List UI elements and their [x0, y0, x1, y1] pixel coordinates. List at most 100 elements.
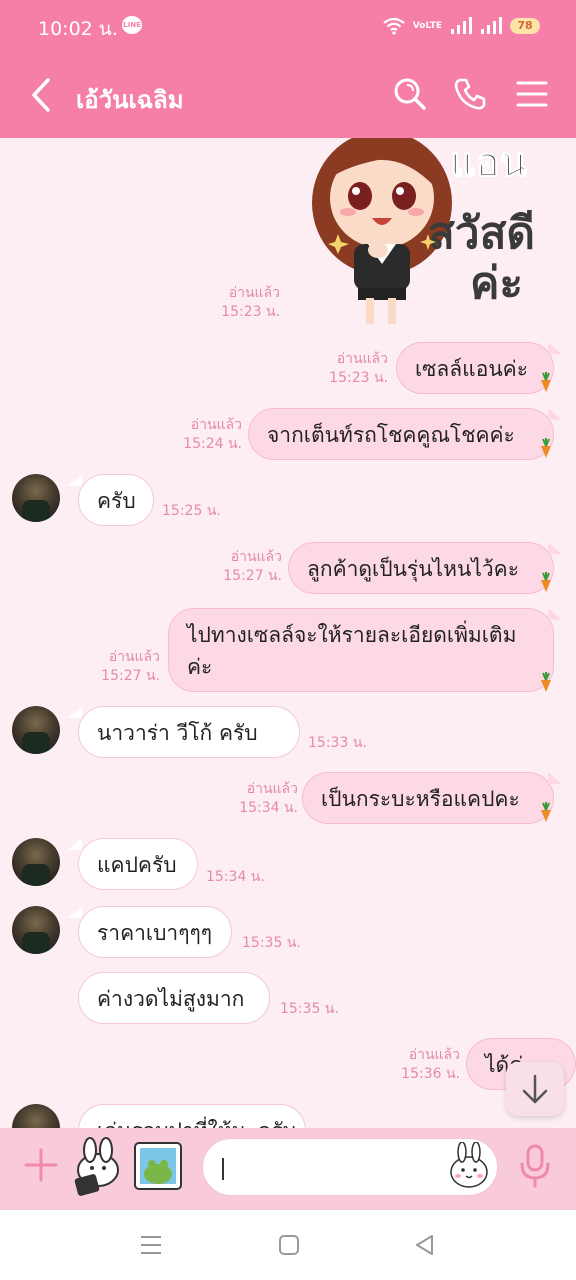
- message-text: ครับ: [97, 489, 136, 513]
- timestamp: 15:23 น.: [329, 370, 388, 386]
- timestamp: 15:23 น.: [221, 304, 280, 320]
- status-bar: 10:02 น. LINE VoLTE 78: [0, 0, 576, 52]
- message-bubble-outgoing[interactable]: เซลล์แอนค่ะ: [396, 342, 554, 394]
- home-icon[interactable]: [276, 1232, 302, 1258]
- timestamp: 15:35 น.: [280, 1001, 339, 1017]
- volte-badge: VoLTE: [412, 20, 442, 31]
- read-receipt: อ่านแล้ว: [246, 781, 298, 797]
- message-meta: อ่านแล้ว 15:24 น.: [170, 416, 242, 454]
- system-nav-bar: [0, 1210, 576, 1280]
- message-meta: อ่านแล้ว 15:34 น.: [226, 780, 298, 818]
- bubble-tail: [548, 342, 562, 354]
- sticker-text-bottom: ค่ะ: [470, 258, 523, 309]
- bubble-tail: [548, 542, 562, 554]
- greeting-sticker[interactable]: แอน สวัสดี ค่ะ: [288, 138, 564, 328]
- sender-avatar[interactable]: [12, 1104, 60, 1128]
- carrot-icon: [541, 802, 551, 822]
- message-text: เซลล์แอนค่ะ: [415, 357, 528, 381]
- signal-icon-1: [451, 17, 472, 34]
- sticker-text-top: แอน: [450, 140, 527, 186]
- read-receipt: อ่านแล้ว: [108, 649, 160, 665]
- battery-indicator: 78: [510, 18, 540, 34]
- carrot-icon: [541, 372, 551, 392]
- message-text: จากเต็นท์รถโชคคูณโชคค่ะ: [267, 423, 515, 447]
- back-nav-icon[interactable]: [412, 1232, 438, 1258]
- sender-avatar[interactable]: [12, 838, 60, 886]
- message-text: นาวาร่า วีโก้ ครับ: [97, 721, 258, 745]
- timestamp: 15:35 น.: [242, 935, 301, 951]
- timestamp: 15:24 น.: [183, 436, 242, 452]
- timestamp: 15:27 น.: [101, 668, 160, 684]
- message-text: แคปครับ: [97, 853, 177, 877]
- sticker-text-main: สวัสดี: [428, 208, 535, 259]
- message-bubble-outgoing[interactable]: จากเต็นท์รถโชคคูณโชคค่ะ: [248, 408, 554, 460]
- message-bubble-outgoing[interactable]: เป็นกระบะหรือแคปคะ: [302, 772, 554, 824]
- read-receipt: อ่านแล้ว: [228, 285, 280, 301]
- message-text: ลูกค้าดูเป็นรุ่นไหนไว้คะ: [307, 557, 519, 581]
- sender-avatar[interactable]: [12, 706, 60, 754]
- carrot-icon: [541, 438, 551, 458]
- timestamp: 15:25 น.: [162, 503, 221, 519]
- sticker-meta: อ่านแล้ว 15:23 น.: [208, 284, 280, 322]
- message-meta: อ่านแล้ว 15:23 น.: [320, 350, 388, 388]
- message-meta: อ่านแล้ว 15:27 น.: [210, 548, 282, 586]
- read-receipt: อ่านแล้ว: [336, 351, 388, 367]
- menu-icon[interactable]: [514, 76, 550, 112]
- message-text: เล่นรอบปาที่ให้นะครับ: [97, 1119, 296, 1128]
- message-text: เป็นกระบะหรือแคปคะ: [321, 787, 520, 811]
- message-input-bar: [0, 1128, 576, 1210]
- chat-header: เอ้วันเฉลิม: [0, 52, 576, 138]
- timestamp: 15:27 น.: [223, 568, 282, 584]
- signal-icon-2: [481, 17, 502, 34]
- bubble-tail: [68, 706, 82, 718]
- bubble-tail: [548, 408, 562, 420]
- bubble-tail: [68, 474, 82, 486]
- bubble-tail: [548, 608, 562, 620]
- line-app-icon: LINE: [122, 16, 142, 34]
- message-bubble-incoming[interactable]: นาวาร่า วีโก้ ครับ: [78, 706, 300, 758]
- message-text: ไปทางเซลล์จะให้รายละเอียดเพิ่มเติมค่ะ: [187, 623, 517, 679]
- carrot-icon: [541, 572, 551, 592]
- emoji-icon[interactable]: [448, 1142, 490, 1188]
- message-text: ราคาเบาๆๆๆ: [97, 921, 213, 945]
- message-bubble-outgoing[interactable]: ไปทางเซลล์จะให้รายละเอียดเพิ่มเติมค่ะ: [168, 608, 554, 692]
- sticker-icon[interactable]: [68, 1136, 126, 1198]
- message-bubble-outgoing[interactable]: ลูกค้าดูเป็นรุ่นไหนไว้คะ: [288, 542, 554, 594]
- chat-title[interactable]: เอ้วันเฉลิม: [76, 80, 184, 119]
- sender-avatar[interactable]: [12, 474, 60, 522]
- message-bubble-incoming[interactable]: เล่นรอบปาที่ให้นะครับ: [78, 1104, 306, 1128]
- message-meta: อ่านแล้ว 15:36 น.: [388, 1046, 460, 1084]
- status-time: 10:02 น.: [38, 18, 118, 40]
- phone-icon[interactable]: [452, 76, 488, 112]
- read-receipt: อ่านแล้ว: [190, 417, 242, 433]
- chat-area[interactable]: แอน สวัสดี ค่ะ อ่านแล้ว 15:23 น. อ่านแล้…: [0, 138, 576, 1128]
- microphone-icon[interactable]: [518, 1144, 552, 1188]
- timestamp: 15:34 น.: [239, 800, 298, 816]
- message-bubble-incoming[interactable]: แคปครับ: [78, 838, 198, 890]
- message-text: ค่างวดไม่สูงมาก: [97, 987, 245, 1011]
- bubble-tail: [68, 838, 82, 850]
- arrow-down-icon: [522, 1074, 548, 1104]
- message-bubble-incoming[interactable]: ราคาเบาๆๆๆ: [78, 906, 232, 958]
- photo-icon[interactable]: [132, 1140, 184, 1192]
- bubble-tail: [68, 906, 82, 918]
- search-icon[interactable]: [392, 76, 428, 112]
- carrot-icon: [541, 672, 551, 692]
- text-caret: [222, 1158, 224, 1180]
- bubble-tail: [548, 772, 562, 784]
- timestamp: 15:33 น.: [308, 735, 367, 751]
- recent-apps-icon[interactable]: [138, 1232, 164, 1258]
- wifi-icon: [383, 17, 405, 35]
- timestamp: 15:34 น.: [206, 869, 265, 885]
- read-receipt: อ่านแล้ว: [230, 549, 282, 565]
- scroll-to-bottom-button[interactable]: [506, 1062, 564, 1116]
- timestamp: 15:36 น.: [401, 1066, 460, 1082]
- read-receipt: อ่านแล้ว: [408, 1047, 460, 1063]
- sender-avatar[interactable]: [12, 906, 60, 954]
- message-meta: อ่านแล้ว 15:27 น.: [88, 648, 160, 686]
- plus-icon[interactable]: [22, 1146, 60, 1184]
- status-indicators: VoLTE 78: [383, 14, 540, 38]
- message-bubble-incoming[interactable]: ครับ: [78, 474, 154, 526]
- message-bubble-incoming[interactable]: ค่างวดไม่สูงมาก: [78, 972, 270, 1024]
- back-icon[interactable]: [26, 76, 60, 114]
